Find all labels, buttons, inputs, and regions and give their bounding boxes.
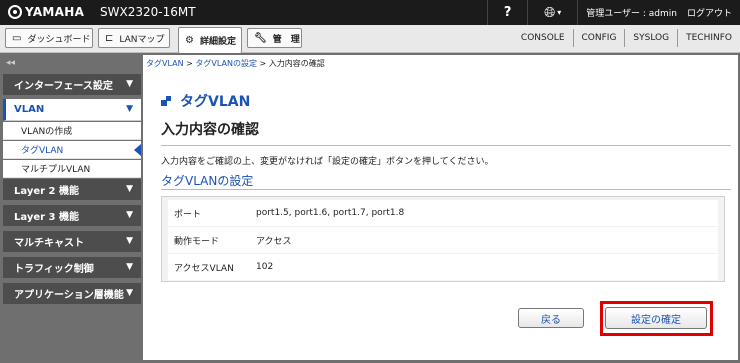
tab-dashboard[interactable]: ▭ ダッシュボード	[5, 28, 93, 48]
sidebar-item-multiple-vlan[interactable]: マルチプルVLAN	[3, 160, 141, 178]
yamaha-logo: YAMAHA	[8, 5, 84, 19]
tab-management-label: 管 理	[272, 34, 300, 45]
sidebar-menu-traffic-control[interactable]: トラフィック制御 ▼	[3, 257, 141, 279]
sidebar: ◂◂ インターフェース設定 ▼ VLAN ▼ VLANの作成 タグVLAN マルチプ…	[3, 55, 141, 357]
tab-management[interactable]: 🔧︎ 管 理	[247, 28, 302, 48]
table-row: 動作モード アクセス	[168, 227, 718, 253]
lan-map-icon: ⊏	[105, 32, 114, 44]
page-section-icon	[161, 96, 172, 106]
caret-down-icon: ▼	[126, 104, 133, 114]
breadcrumb-separator: >	[259, 59, 267, 68]
admin-user-label: 管理ユーザー : admin	[577, 0, 683, 25]
caret-down-icon: ▼	[126, 184, 133, 194]
globe-icon: 🌐︎	[544, 4, 556, 21]
breadcrumb-tag-vlan[interactable]: タグVLAN	[146, 59, 184, 68]
logout-link[interactable]: ログアウト	[683, 0, 740, 25]
console-link[interactable]: CONSOLE	[513, 29, 573, 47]
wrench-icon: 🔧︎	[254, 32, 267, 44]
top-right-controls: ? 🌐︎ ▾ 管理ユーザー : admin ログアウト	[487, 0, 740, 25]
section-title: タグVLANの設定	[161, 174, 254, 188]
sidebar-menu-label: インターフェース設定	[14, 81, 113, 92]
tab-dashboard-label: ダッシュボード	[27, 34, 91, 45]
gear-icon: ⚙	[185, 35, 194, 46]
caret-down-icon: ▼	[126, 288, 133, 298]
sidebar-menu-label: アプリケーション層機能	[14, 290, 124, 301]
settings-summary-table: ポート port1.5, port1.6, port1.7, port1.8 動…	[161, 196, 725, 282]
row-key: ポート	[174, 209, 202, 220]
collapse-sidebar-icon[interactable]: ◂◂	[6, 58, 15, 68]
divider	[161, 145, 731, 146]
page-title: タグVLAN	[180, 94, 251, 110]
sidebar-menu-label: マルチキャスト	[14, 238, 84, 249]
tab-advanced-settings-label: 詳細設定	[199, 37, 236, 47]
sidebar-menu-layer2[interactable]: Layer 2 機能 ▼	[3, 179, 141, 201]
sidebar-item-tag-vlan[interactable]: タグVLAN	[3, 141, 141, 159]
caret-down-icon: ▼	[126, 79, 133, 89]
sidebar-menu-interface[interactable]: インターフェース設定 ▼	[3, 74, 141, 96]
sidebar-menu-label: Layer 3 機能	[14, 212, 79, 223]
syslog-link[interactable]: SYSLOG	[624, 29, 677, 47]
caret-down-icon: ▼	[126, 210, 133, 220]
instruction-text: 入力内容をご確認の上、変更がなければ「設定の確定」ボタンを押してください。	[161, 157, 494, 167]
back-button[interactable]: 戻る	[518, 308, 584, 328]
sidebar-menu-label: トラフィック制御	[14, 264, 94, 275]
sidebar-menu-multicast[interactable]: マルチキャスト ▼	[3, 231, 141, 253]
chevron-down-icon: ▾	[557, 8, 562, 17]
tab-lan-map[interactable]: ⊏ LANマップ	[98, 28, 170, 48]
row-value: アクセス	[256, 236, 292, 247]
confirm-heading: 入力内容の確認	[161, 122, 259, 138]
tab-lan-map-label: LANマップ	[119, 34, 165, 45]
main-tab-bar: ▭ ダッシュボード ⊏ LANマップ ⚙ 詳細設定 🔧︎ 管 理 CONSOLE…	[0, 25, 740, 53]
row-value: 102	[256, 262, 274, 272]
help-icon[interactable]: ?	[487, 0, 527, 25]
sidebar-menu-vlan[interactable]: VLAN ▼	[3, 99, 141, 121]
sidebar-item-vlan-create[interactable]: VLANの作成	[3, 122, 141, 140]
yamaha-emblem-icon	[8, 5, 22, 19]
breadcrumb-separator: >	[186, 59, 193, 68]
top-bar: YAMAHA SWX2320-16MT ? 🌐︎ ▾ 管理ユーザー : admin…	[0, 0, 740, 25]
external-links: CONSOLE CONFIG SYSLOG TECHINFO	[513, 29, 740, 47]
table-row: アクセスVLAN 102	[168, 254, 718, 280]
dashboard-icon: ▭	[12, 32, 22, 44]
sidebar-menu-label: VLAN	[14, 104, 45, 115]
breadcrumb: タグVLAN > タグVLANの設定 > 入力内容の確認	[146, 58, 325, 69]
tab-advanced-settings[interactable]: ⚙ 詳細設定	[178, 27, 242, 53]
row-key: 動作モード	[174, 236, 220, 247]
sidebar-menu-layer3[interactable]: Layer 3 機能 ▼	[3, 205, 141, 227]
config-link[interactable]: CONFIG	[572, 29, 625, 47]
page-header: タグVLAN	[161, 91, 250, 111]
breadcrumb-current: 入力内容の確認	[268, 59, 325, 68]
sidebar-menu-label: Layer 2 機能	[14, 186, 79, 197]
brand-name: YAMAHA	[25, 5, 85, 19]
caret-down-icon: ▼	[126, 262, 133, 272]
row-value: port1.5, port1.6, port1.7, port1.8	[256, 208, 405, 218]
techinfo-link[interactable]: TECHINFO	[677, 29, 740, 47]
caret-down-icon: ▼	[126, 236, 133, 246]
language-globe-button[interactable]: 🌐︎ ▾	[527, 0, 577, 25]
sidebar-menu-application-layer[interactable]: アプリケーション層機能 ▼	[3, 283, 141, 305]
table-row: ポート port1.5, port1.6, port1.7, port1.8	[168, 200, 718, 226]
device-model: SWX2320-16MT	[100, 5, 196, 19]
row-key: アクセスVLAN	[174, 263, 234, 274]
confirm-settings-button[interactable]: 設定の確定	[605, 307, 707, 329]
breadcrumb-tag-vlan-settings[interactable]: タグVLANの設定	[195, 59, 257, 68]
main-content: タグVLAN > タグVLANの設定 > 入力内容の確認 タグVLAN 入力内容…	[143, 55, 738, 360]
divider	[161, 189, 731, 190]
